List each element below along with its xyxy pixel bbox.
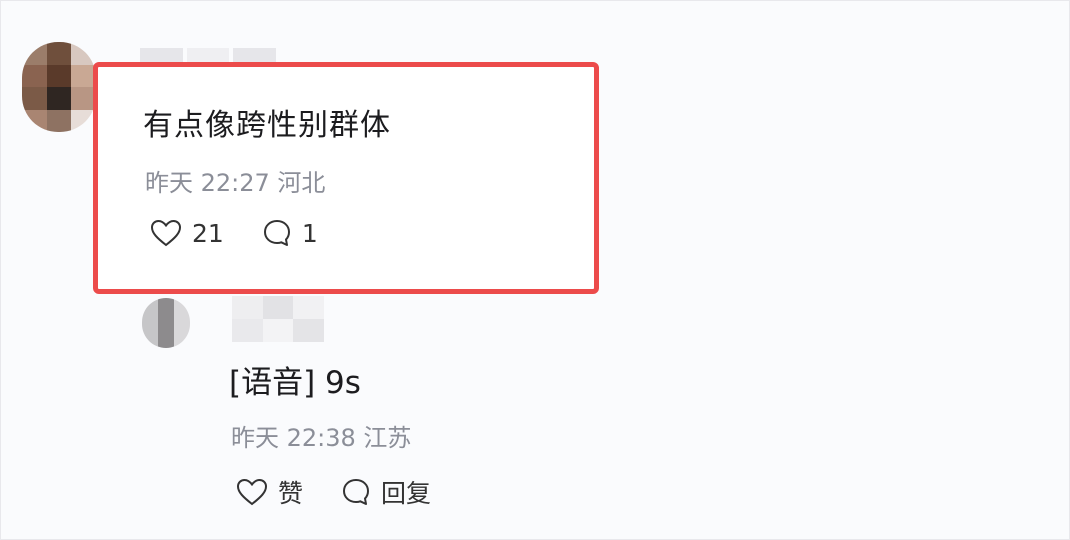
heart-icon	[150, 219, 182, 247]
comment-text: 有点像跨性别群体	[143, 108, 391, 143]
avatar[interactable]	[22, 42, 96, 132]
like-count: 21	[192, 218, 224, 248]
reply-reply-button[interactable]: 回复	[341, 474, 431, 510]
comment-bubble-icon	[263, 220, 290, 246]
reply-avatar[interactable]	[142, 298, 190, 348]
comment-actions: 21 1	[150, 218, 356, 248]
reply-actions: 赞 回复	[236, 474, 469, 510]
like-button[interactable]: 21	[150, 219, 224, 248]
comment-meta: 昨天 22:27 河北	[145, 169, 326, 197]
reply-meta: 昨天 22:38 江苏	[231, 424, 412, 452]
reply-blurred-username	[232, 296, 324, 342]
reply-count: 1	[301, 218, 318, 248]
reply-like-button[interactable]: 赞	[236, 474, 303, 510]
like-label: 赞	[278, 479, 304, 508]
reply-button[interactable]: 1	[262, 218, 318, 248]
heart-icon	[236, 478, 268, 506]
reply-label: 回复	[381, 479, 432, 508]
reply-text[interactable]: [语音] 9s	[229, 357, 361, 402]
comment-bubble-icon	[343, 479, 370, 505]
